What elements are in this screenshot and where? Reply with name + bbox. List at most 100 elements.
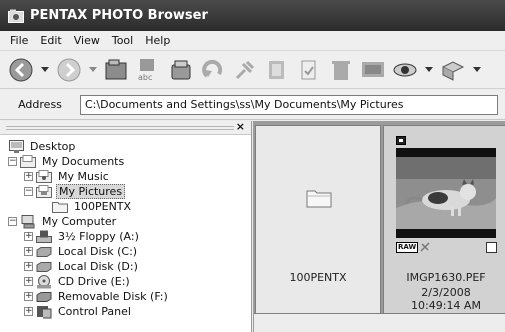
app-icon (8, 8, 24, 24)
toolbar: abc (0, 51, 505, 89)
monitor-icon (362, 61, 384, 77)
tree-item-cd-drive[interactable]: + CD Drive (E:) (0, 274, 251, 289)
tree-item-label: 100PENTX (74, 200, 132, 213)
menu-tool[interactable]: Tool (106, 34, 139, 47)
desktop-icon (8, 140, 24, 154)
expand-toggle[interactable]: + (24, 262, 33, 271)
thumbnail-name: 100PENTX (289, 271, 347, 284)
photo-thumbnail (396, 148, 496, 238)
title-bar: PENTAX PHOTO Browser (0, 0, 505, 31)
collapse-toggle[interactable]: − (8, 157, 17, 166)
tree-pane-header: × (0, 120, 251, 135)
move-button[interactable] (232, 57, 258, 83)
collapse-toggle[interactable]: − (8, 217, 17, 226)
expand-toggle[interactable]: + (24, 232, 33, 241)
expand-toggle[interactable]: + (24, 247, 33, 256)
tree-item-my-music[interactable]: + My Music (0, 169, 251, 184)
pane-grip[interactable] (6, 126, 234, 130)
menu-file[interactable]: File (4, 34, 34, 47)
view-dropdown[interactable] (424, 57, 434, 83)
layout-dropdown[interactable] (472, 57, 482, 83)
rotate-icon (202, 59, 223, 78)
trash-icon (332, 60, 350, 80)
copy-icon (171, 60, 191, 79)
folder-icon (306, 188, 332, 211)
folder-tree: Desktop − My Documents + My Music − My P… (0, 135, 251, 319)
computer-icon (20, 214, 36, 229)
address-label: Address (18, 98, 62, 111)
hard-disk-icon (36, 245, 52, 259)
cat-photo (396, 148, 496, 238)
up-folder-button[interactable] (104, 57, 130, 83)
tree-item-label: CD Drive (E:) (58, 275, 130, 288)
up-folder-icon (105, 59, 127, 79)
tree-item-label: Local Disk (C:) (58, 245, 138, 258)
address-input[interactable]: C:\Documents and Settings\ss\My Document… (80, 94, 498, 115)
raw-badge: RAW (396, 242, 419, 253)
thumbnail-pane: 100PENTX RAW IMGP1630.PEF 2/3/2008 10:49… (253, 121, 505, 332)
layout-button[interactable] (440, 57, 466, 83)
back-dropdown[interactable] (40, 57, 50, 83)
rotate-button[interactable] (200, 57, 226, 83)
paste-button[interactable] (264, 57, 290, 83)
rename-icon: abc (138, 58, 154, 82)
dropdown-arrow-icon (473, 66, 481, 72)
menu-help[interactable]: Help (139, 34, 176, 47)
tree-item-label: My Music (58, 170, 109, 183)
floppy-drive-icon (36, 230, 52, 244)
tree-item-floppy[interactable]: + 3½ Floppy (A:) (0, 229, 251, 244)
address-bar: Address C:\Documents and Settings\ss\My … (0, 90, 505, 120)
expand-toggle[interactable]: + (24, 307, 33, 316)
no-edit-icon (420, 242, 430, 255)
folder-tree-pane: × Desktop − My Documents + My Music − My… (0, 120, 252, 332)
forward-arrow-icon (57, 58, 81, 81)
properties-button[interactable] (296, 57, 322, 83)
close-icon[interactable]: × (236, 120, 245, 133)
delete-button[interactable] (328, 57, 354, 83)
tree-item-removable-disk[interactable]: + Removable Disk (F:) (0, 289, 251, 304)
tree-item-control-panel[interactable]: + Control Panel (0, 304, 251, 319)
tree-item-label: My Pictures (56, 184, 126, 199)
thumbnail-row-divider (254, 313, 505, 332)
view-button[interactable] (392, 57, 418, 83)
tree-item-desktop[interactable]: Desktop (0, 139, 251, 154)
thumbnail-folder-100pentx[interactable]: 100PENTX (255, 125, 381, 327)
select-checkbox[interactable] (486, 242, 497, 253)
menu-edit[interactable]: Edit (34, 34, 67, 47)
tree-item-my-computer[interactable]: − My Computer (0, 214, 251, 229)
tree-item-100pentx[interactable]: 100PENTX (0, 199, 251, 214)
tree-item-label: Removable Disk (F:) (58, 290, 168, 303)
documents-folder-icon (20, 155, 36, 169)
thumbnail-image-imgp1630[interactable]: RAW IMGP1630.PEF 2/3/2008 10:49:14 AM (383, 125, 505, 327)
expand-toggle[interactable]: + (24, 292, 33, 301)
tree-item-label: My Documents (42, 155, 125, 168)
tree-item-label: 3½ Floppy (A:) (58, 230, 139, 243)
expand-toggle[interactable]: + (24, 172, 33, 181)
dropdown-arrow-icon (41, 66, 49, 72)
forward-dropdown[interactable] (88, 57, 98, 83)
thumbnail-time: 10:49:14 AM (411, 299, 481, 312)
tree-item-label: Desktop (30, 140, 76, 153)
tree-item-label: Local Disk (D:) (58, 260, 138, 273)
tree-item-local-disk-c[interactable]: + Local Disk (C:) (0, 244, 251, 259)
window-title: PENTAX PHOTO Browser (30, 8, 208, 23)
expand-toggle[interactable]: + (24, 277, 33, 286)
back-arrow-icon (9, 58, 33, 81)
tree-item-my-documents[interactable]: − My Documents (0, 154, 251, 169)
folder-icon (52, 200, 68, 214)
copy-button[interactable] (168, 57, 194, 83)
slideshow-button[interactable] (360, 57, 386, 83)
collapse-toggle[interactable]: − (24, 187, 33, 196)
tree-item-my-pictures[interactable]: − My Pictures (0, 184, 251, 199)
menu-view[interactable]: View (68, 34, 106, 47)
thumbnail-date: 2/3/2008 (421, 286, 471, 299)
control-panel-icon (36, 305, 52, 319)
forward-button[interactable] (56, 57, 82, 83)
menu-bar: File Edit View Tool Help (0, 31, 505, 51)
tree-item-local-disk-d[interactable]: + Local Disk (D:) (0, 259, 251, 274)
cd-drive-icon (36, 274, 52, 289)
pin-icon (235, 60, 255, 79)
music-folder-icon (36, 170, 52, 184)
back-button[interactable] (8, 57, 34, 83)
rename-button[interactable]: abc (136, 57, 162, 83)
